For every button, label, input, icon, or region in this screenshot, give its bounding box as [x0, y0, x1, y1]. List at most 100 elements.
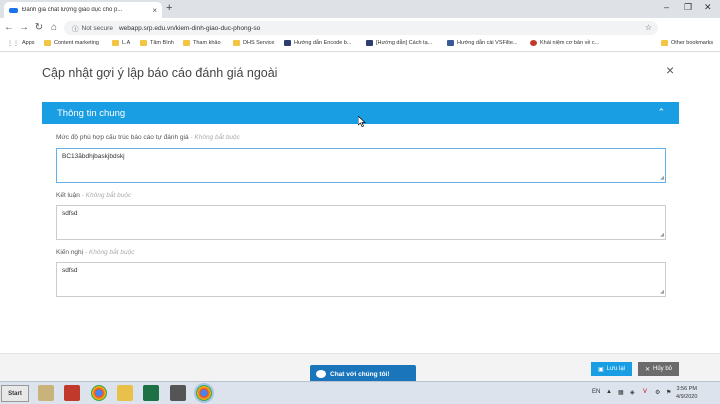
- tab-strip: Đánh giá chất lượng giáo dục cho p... × …: [0, 0, 720, 18]
- system-clock[interactable]: 3:56 PM 4/9/2020: [676, 385, 697, 401]
- resize-grip-icon[interactable]: ◢: [660, 176, 664, 181]
- save-label: Lưu lại: [606, 366, 626, 372]
- back-icon[interactable]: ←: [3, 22, 15, 33]
- folder-icon: [112, 40, 119, 46]
- bookmark-item[interactable]: Hướng dẫn Encode b...: [284, 40, 351, 46]
- folder-icon: [233, 40, 240, 46]
- folder-icon[interactable]: [117, 385, 133, 401]
- bookmark-item[interactable]: Tham khảo: [183, 40, 221, 46]
- browser-toolbar: ← → ↻ ⌂ ⓘ Not secure webapp.srp.edu.vn/k…: [0, 18, 720, 50]
- home-icon[interactable]: ⌂: [48, 22, 60, 33]
- field-label-recommendation: Kiến nghị - Không bắt buộc: [56, 249, 134, 256]
- folder-icon: [140, 40, 147, 46]
- new-tab-button[interactable]: +: [166, 2, 172, 14]
- bookmark-label: DHS Service: [243, 40, 275, 46]
- info-icon[interactable]: ⓘ: [72, 23, 79, 33]
- save-icon: ▣: [597, 366, 604, 373]
- textarea-value: BC13ăbdhjbaskjbdskj: [62, 153, 125, 160]
- bookmark-label: Khái niệm cơ bản về c...: [540, 40, 600, 46]
- maximize-icon[interactable]: ❐: [684, 2, 692, 13]
- os-taskbar: Start EN ▲ ▦ ◈ V ⚙ ⚑ 3:56 PM 4/9/2020: [0, 381, 720, 404]
- save-button[interactable]: ▣ Lưu lại: [591, 362, 632, 376]
- tray-icon[interactable]: ⚑: [666, 389, 671, 396]
- network-icon[interactable]: ▦: [618, 389, 624, 396]
- cancel-label: Hủy bỏ: [653, 366, 673, 372]
- chrome-icon[interactable]: [91, 385, 107, 401]
- bookmark-label: Tham khảo: [193, 40, 221, 46]
- facebook-icon: [447, 40, 454, 46]
- tab-title: Đánh giá chất lượng giáo dục cho p...: [22, 7, 123, 13]
- address-bar[interactable]: ⓘ Not secure webapp.srp.edu.vn/kiem-dinh…: [64, 21, 658, 35]
- suitability-textarea[interactable]: BC13ăbdhjbaskjbdskj ◢: [56, 148, 666, 183]
- modal-dialog: Cập nhật gợi ý lập báo cáo đánh giá ngoà…: [0, 52, 720, 353]
- textarea-value: sdfsd: [62, 267, 78, 274]
- chat-bubble-icon: [316, 370, 326, 378]
- bookmark-item[interactable]: Khái niệm cơ bản về c...: [530, 40, 599, 46]
- optional-hint: - Không bắt buộc: [81, 192, 132, 199]
- apps-grid-icon: ⋮⋮: [7, 41, 19, 47]
- optional-text: Không bắt buộc: [88, 249, 135, 256]
- bookmark-other[interactable]: Other bookmarks: [661, 40, 713, 46]
- bookmark-item[interactable]: [Hướng dẫn] Cách tạ...: [366, 40, 432, 46]
- folder-icon: [183, 40, 190, 46]
- start-button[interactable]: Start: [1, 385, 29, 402]
- modal-footer: Chat với chúng tôi! ▣ Lưu lại ✕ Hủy bỏ: [0, 353, 720, 383]
- language-indicator[interactable]: EN: [592, 389, 600, 395]
- modal-title: Cập nhật gợi ý lập báo cáo đánh giá ngoà…: [42, 66, 278, 80]
- recommendation-textarea[interactable]: sdfsd ◢: [56, 262, 666, 297]
- bookmark-apps[interactable]: ⋮⋮ Apps: [7, 40, 35, 47]
- window-close-icon[interactable]: ✕: [704, 2, 712, 13]
- bookmark-item[interactable]: DHS Service: [233, 40, 274, 46]
- minimize-icon[interactable]: –: [664, 2, 669, 12]
- optional-hint: - Không bắt buộc: [190, 134, 240, 141]
- tray-icon[interactable]: ▲: [606, 389, 612, 395]
- taskbar-app-icon[interactable]: [64, 385, 80, 401]
- reload-icon[interactable]: ↻: [33, 22, 45, 33]
- bookmark-item[interactable]: Hướng dẫn cài VSFilte...: [447, 40, 517, 46]
- site-icon: [530, 40, 537, 46]
- bookmark-item[interactable]: L.A: [112, 40, 130, 46]
- clock-date: 4/9/2020: [676, 394, 698, 400]
- site-favicon-icon: [9, 7, 18, 13]
- forward-icon[interactable]: →: [18, 22, 30, 33]
- section-title: Thông tin chung: [57, 107, 126, 119]
- chrome-active-icon[interactable]: [196, 385, 212, 401]
- modal-close-icon[interactable]: ×: [666, 62, 674, 78]
- mouse-cursor-icon: [358, 116, 366, 127]
- volume-icon[interactable]: ◈: [630, 389, 635, 396]
- excel-icon[interactable]: [143, 385, 159, 401]
- close-icon: ✕: [644, 366, 650, 373]
- resize-grip-icon[interactable]: ◢: [660, 290, 664, 295]
- optional-text: Không bắt buộc: [85, 192, 132, 199]
- label-text: Kết luận: [56, 192, 80, 199]
- bookmark-label: Other bookmarks: [671, 40, 714, 46]
- antivirus-icon[interactable]: V: [643, 389, 647, 395]
- label-text: Mức độ phù hợp cấu trúc báo cáo tự đánh …: [56, 134, 189, 141]
- bookmark-star-icon[interactable]: ☆: [645, 23, 652, 32]
- bookmark-item[interactable]: Content marketing: [44, 40, 99, 46]
- bookmark-item[interactable]: Tâm Bình: [140, 40, 174, 46]
- page-icon: [284, 40, 291, 46]
- browser-tab[interactable]: Đánh giá chất lượng giáo dục cho p... ×: [4, 2, 162, 18]
- taskbar-app-icon[interactable]: [170, 385, 186, 401]
- folder-icon: [661, 40, 668, 46]
- optional-text: Không bắt buộc: [194, 134, 240, 141]
- bookmark-label: Hướng dẫn Encode b...: [294, 40, 352, 46]
- folder-icon: [44, 40, 51, 46]
- page-icon: [366, 40, 373, 46]
- taskbar-app-icon[interactable]: [38, 385, 54, 401]
- field-label-suitability: Mức độ phù hợp cấu trúc báo cáo tự đánh …: [56, 134, 240, 141]
- resize-grip-icon[interactable]: ◢: [660, 233, 664, 238]
- bookmarks-bar: ⋮⋮ Apps Content marketing L.A Tâm Bình T…: [0, 37, 720, 52]
- tray-icon[interactable]: ⚙: [655, 389, 660, 396]
- optional-hint: - Không bắt buộc: [84, 249, 135, 256]
- bookmark-label: [Hướng dẫn] Cách tạ...: [376, 40, 433, 46]
- chevron-up-icon[interactable]: ⌃: [657, 107, 665, 118]
- bookmark-label: Content marketing: [54, 40, 99, 46]
- bookmark-label: Apps: [22, 40, 35, 46]
- conclusion-textarea[interactable]: sdfsd ◢: [56, 205, 666, 240]
- tab-close-icon[interactable]: ×: [152, 6, 157, 15]
- cancel-button[interactable]: ✕ Hủy bỏ: [638, 362, 679, 376]
- textarea-value: sdfsd: [62, 210, 78, 217]
- url-text[interactable]: webapp.srp.edu.vn/kiem-dinh-giao-duc-pho…: [119, 25, 260, 32]
